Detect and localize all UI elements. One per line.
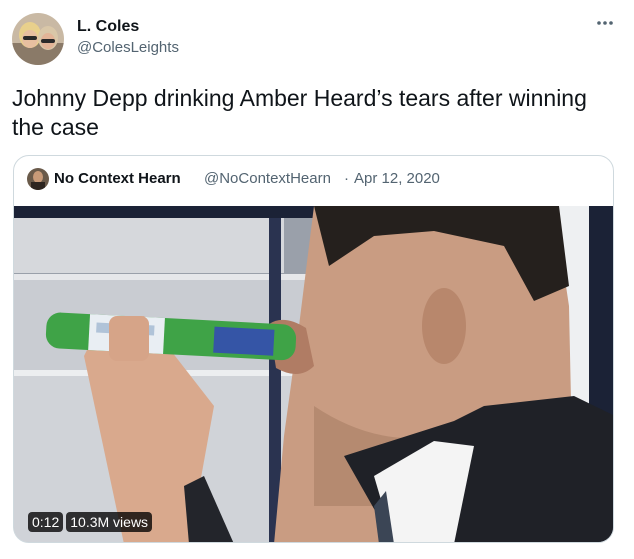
quoted-date[interactable]: Apr 12, 2020 [354,170,440,188]
tweet-text: Johnny Depp drinking Amber Heard’s tears… [12,85,587,140]
video-views: 10.3M views [66,512,153,532]
author-avatar[interactable] [12,13,64,65]
quoted-avatar[interactable] [27,168,49,190]
quoted-handle[interactable]: @NoContextHearn [204,170,331,188]
tweet: L. Coles @ColesLeights Johnny Depp drink… [0,0,634,559]
video-badges: 0:12 10.3M views [28,512,153,532]
more-options-icon[interactable] [592,16,618,36]
video-player[interactable]: 0:12 10.3M views [14,206,613,542]
quoted-tweet[interactable]: No Context Hearn @NoContextHearn · Apr 1… [13,155,614,543]
video-frame [14,206,613,542]
video-time: 0:12 [28,512,64,532]
author-name[interactable]: L. Coles [77,17,139,37]
separator-dot: · [344,170,349,187]
quoted-name[interactable]: No Context Hearn [54,170,181,188]
author-handle[interactable]: @ColesLeights [77,38,179,58]
